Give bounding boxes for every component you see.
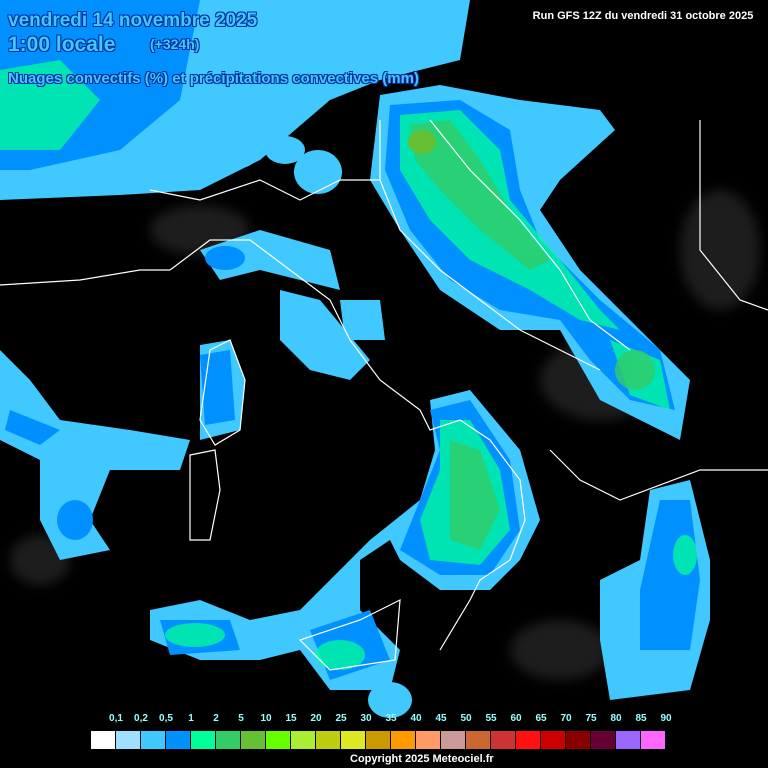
legend-swatch [141, 731, 165, 749]
legend-swatch [441, 731, 465, 749]
legend-label: 90 [660, 713, 672, 724]
legend-swatch [391, 731, 415, 749]
legend-label: 75 [585, 713, 597, 724]
legend-labels: 0,1 0,2 0,5 1 2 5 10 15 20 25 30 35 40 45 50 55 60 65 70 75… [91, 713, 691, 727]
legend-swatch [316, 731, 340, 749]
legend-label: 70 [560, 713, 572, 724]
legend-label: 80 [610, 713, 622, 724]
legend-label: 50 [460, 713, 472, 724]
legend-label: 0,1 [109, 713, 123, 724]
legend-label: 45 [435, 713, 447, 724]
legend-label: 20 [310, 713, 322, 724]
legend-swatch [591, 731, 615, 749]
legend-swatch [216, 731, 240, 749]
legend-label: 15 [285, 713, 297, 724]
legend-label: 40 [410, 713, 422, 724]
legend-swatch [191, 731, 215, 749]
legend-swatch [491, 731, 515, 749]
legend-label: 2 [213, 713, 219, 724]
legend-swatch [466, 731, 490, 749]
legend-swatch [241, 731, 265, 749]
legend-swatch [366, 731, 390, 749]
map-title: Nuages convectifs (%) et précipitations … [8, 70, 419, 87]
legend-label: 1 [188, 713, 194, 724]
legend-label: 65 [535, 713, 547, 724]
legend-swatch [91, 731, 115, 749]
model-run-label: Run GFS 12Z du vendredi 31 octobre 2025 [518, 8, 768, 25]
forecast-date: vendredi 14 novembre 2025 [8, 10, 258, 31]
legend-label: 60 [510, 713, 522, 724]
precip-layer-heavy [408, 130, 436, 154]
legend-swatch [641, 731, 665, 749]
weather-map-view: vendredi 14 novembre 2025 1:00 locale (+… [0, 0, 768, 768]
legend-swatch [266, 731, 290, 749]
legend-swatch [166, 731, 190, 749]
legend-label: 0,5 [159, 713, 173, 724]
legend-label: 35 [385, 713, 397, 724]
legend-swatch [516, 731, 540, 749]
legend-swatch [616, 731, 640, 749]
forecast-lead-time: (+324h) [150, 36, 200, 52]
legend-label: 10 [260, 713, 272, 724]
legend-swatch [566, 731, 590, 749]
legend-label: 0,2 [134, 713, 148, 724]
legend-label: 55 [485, 713, 497, 724]
legend-swatch [541, 731, 565, 749]
legend-label: 85 [635, 713, 647, 724]
copyright: Copyright 2025 Meteociel.fr [350, 753, 494, 765]
legend-swatch [416, 731, 440, 749]
legend-label: 30 [360, 713, 372, 724]
color-legend [91, 731, 665, 749]
forecast-time: 1:00 locale [8, 33, 116, 56]
legend-swatch [291, 731, 315, 749]
legend-label: 5 [238, 713, 244, 724]
legend-swatch [341, 731, 365, 749]
legend-swatch [116, 731, 140, 749]
legend-label: 25 [335, 713, 347, 724]
precipitation-map [0, 0, 768, 718]
